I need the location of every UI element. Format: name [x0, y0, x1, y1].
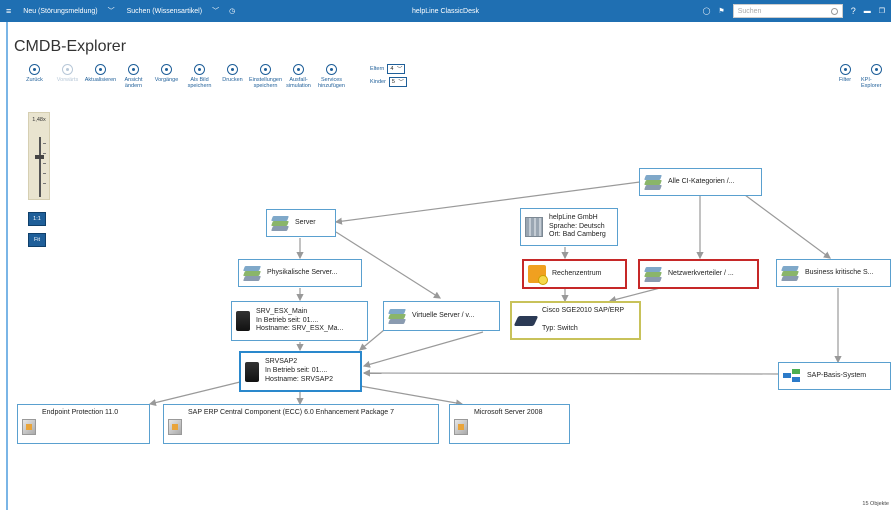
node-label: SRV_ESX_Main In Betrieb seit: 01.... Hos… — [256, 308, 343, 334]
node-line: Cisco SGE2010 SAP/ERP — [542, 307, 625, 315]
node-label: Business kritische S... — [805, 268, 874, 276]
ci-node-helpline-gmbh[interactable]: helpLine GmbH Sprache: Deutsch Ort: Bad … — [520, 208, 618, 246]
ci-node-ms-server-2008[interactable]: Microsoft Server 2008 — [449, 404, 570, 444]
node-line: Hostname: SRVSAP2 — [265, 375, 333, 383]
ci-category-icon — [271, 215, 289, 231]
server-tower-icon — [236, 311, 250, 331]
ci-node-business-kritisch[interactable]: Business kritische S... — [776, 259, 891, 287]
node-label: Cisco SGE2010 SAP/ERP Typ: Switch — [542, 307, 624, 333]
building-icon — [525, 217, 543, 237]
edge — [744, 194, 831, 259]
node-line: Typ: Switch — [542, 324, 578, 332]
ci-node-sap-erp[interactable]: SAP ERP Central Component (ECC) 6.0 Enha… — [163, 404, 439, 444]
node-line: helpLine GmbH — [549, 213, 598, 221]
ci-category-icon — [388, 308, 406, 324]
datacenter-warning-icon — [528, 265, 548, 285]
node-label: SRVSAP2 In Betrieb seit: 01.... Hostname… — [265, 358, 333, 384]
node-line: In Betrieb seit: 01.... — [265, 367, 328, 375]
software-icon — [22, 419, 36, 435]
ci-category-icon — [243, 265, 261, 281]
ci-node-srvsap2[interactable]: SRVSAP2 In Betrieb seit: 01.... Hostname… — [239, 351, 362, 392]
node-label: Server — [295, 218, 316, 226]
node-line: Ort: Bad Camberg — [549, 231, 606, 239]
sap-system-icon — [783, 369, 801, 383]
edge — [148, 381, 241, 407]
ci-category-icon — [781, 265, 799, 281]
node-label: Physikalische Server... — [267, 268, 338, 276]
ci-node-sap-basis[interactable]: SAP-Basis-System — [778, 362, 891, 390]
object-count: 15 Objekte — [862, 501, 889, 507]
edge — [362, 369, 779, 377]
node-label: helpLine GmbH Sprache: Deutsch Ort: Bad … — [549, 214, 606, 240]
node-label: Netzwerkverteiler / ... — [668, 269, 734, 277]
ci-node-alle-kategorien[interactable]: Alle CI-Kategorien /... — [639, 168, 762, 196]
node-line: Hostname: SRV_ESX_Ma... — [256, 325, 344, 333]
node-line: SRVSAP2 — [265, 358, 298, 366]
node-label: Microsoft Server 2008 — [474, 409, 543, 416]
ci-node-netzwerkverteiler[interactable]: Netzwerkverteiler / ... — [638, 259, 759, 289]
software-icon — [454, 419, 468, 435]
ci-node-server[interactable]: Server — [266, 209, 336, 237]
node-label: Rechenzentrum — [552, 269, 602, 277]
node-label: SAP-Basis-System — [807, 371, 867, 379]
node-label: SAP ERP Central Component (ECC) 6.0 Enha… — [188, 409, 394, 416]
ci-node-endpoint-protection[interactable]: Endpoint Protection 11.0 — [17, 404, 150, 444]
ci-category-icon — [644, 266, 662, 282]
ci-node-srv-esx-main[interactable]: SRV_ESX_Main In Betrieb seit: 01.... Hos… — [231, 301, 368, 341]
ci-node-rechenzentrum[interactable]: Rechenzentrum — [522, 259, 627, 289]
node-line: SRV_ESX_Main — [256, 307, 308, 315]
node-line: Sprache: Deutsch — [549, 222, 605, 230]
ci-category-icon — [644, 174, 662, 190]
node-label: Virtuelle Server / v... — [412, 311, 475, 319]
edge — [359, 385, 464, 407]
ci-node-physical-server[interactable]: Physikalische Server... — [238, 259, 362, 287]
node-label: Endpoint Protection 11.0 — [42, 409, 119, 416]
ci-node-cisco-switch[interactable]: Cisco SGE2010 SAP/ERP Typ: Switch — [510, 301, 641, 340]
ci-node-virtual-server[interactable]: Virtuelle Server / v... — [383, 301, 500, 331]
node-line: In Betrieb seit: 01.... — [256, 316, 319, 324]
edge — [608, 287, 661, 303]
server-tower-icon — [245, 361, 259, 382]
edge — [362, 331, 484, 368]
software-icon — [168, 419, 182, 435]
router-icon — [513, 315, 539, 326]
node-label: Alle CI-Kategorien /... — [668, 177, 735, 185]
